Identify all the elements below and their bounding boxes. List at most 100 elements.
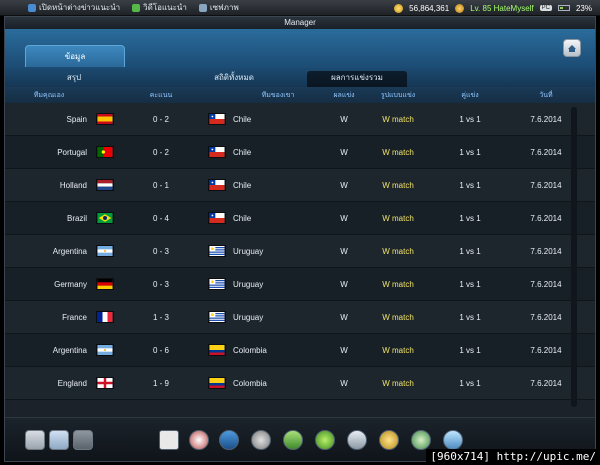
club-icon[interactable]	[411, 430, 431, 450]
my-team-name: Spain	[66, 114, 87, 124]
table-row[interactable]: Portugal 0 - 2 Chile W W match 1 vs 1 7.6.2014	[5, 136, 595, 169]
video-link[interactable]: วิดีโอแนะนำ	[132, 1, 187, 14]
versus: 1 vs 1	[459, 378, 481, 388]
level-text: Lv. 85 HateMyself	[470, 3, 534, 13]
profile-icon[interactable]	[25, 430, 45, 450]
sub-tabs: สรุป สถิติทั้งหมด ผลการแข่งรวม	[5, 68, 595, 87]
opponent-flag-icon	[205, 146, 229, 158]
match-mode: W match	[382, 213, 414, 223]
top-status-bar: เปิดหน้าต่างข่าวแนะนำ วิดีโอแนะนำ เซฟภาพ…	[0, 0, 600, 16]
table-row[interactable]: Germany 0 - 3 Uruguay W W match 1 vs 1 7.6.201…	[5, 268, 595, 301]
ticket-icon[interactable]	[347, 430, 367, 450]
opponent-flag-icon	[205, 113, 229, 125]
screenshot-link[interactable]: เซฟภาพ	[198, 1, 239, 14]
result: W	[340, 246, 348, 256]
my-team-name: Argentina	[52, 246, 87, 256]
my-team-name: Holland	[59, 180, 87, 190]
opponent-name: Uruguay	[233, 246, 264, 256]
tab-match-results[interactable]: ผลการแข่งรวม	[307, 71, 407, 87]
header-date: วันที่	[539, 91, 553, 99]
score: 0 - 2	[152, 147, 169, 157]
table-row[interactable]: Holland 0 - 1 Chile W W match 1 vs 1 7.6.2014	[5, 169, 595, 202]
my-team-name: Argentina	[52, 345, 87, 355]
window-icon[interactable]	[49, 430, 69, 450]
table-row[interactable]: England 1 - 9 Colombia W W match 1 vs 1 7.6.20…	[5, 367, 595, 400]
pc-badge: PC	[539, 5, 552, 11]
score: 0 - 6	[152, 345, 169, 355]
watermark-text: [960x714] http://upic.me/	[426, 449, 596, 465]
result: W	[340, 213, 348, 223]
opponent-name: Chile	[233, 147, 252, 157]
score: 1 - 3	[152, 312, 169, 322]
versus: 1 vs 1	[459, 180, 481, 190]
video-icon	[132, 3, 141, 12]
opponent-flag-icon	[205, 344, 229, 356]
home-button[interactable]	[563, 39, 581, 57]
opponent-name: Colombia	[233, 345, 267, 355]
my-team-name: Portugal	[57, 147, 87, 157]
badge-2014-icon[interactable]	[315, 430, 335, 450]
my-team-flag-icon	[93, 344, 117, 356]
results-table: ทีมคุณเอง คะแนน ทีมของเขา ผลแข่ง รูปแบบแ…	[5, 87, 595, 417]
my-team-flag-icon	[93, 278, 117, 290]
table-row[interactable]: Spain 0 - 2 Chile W W match 1 vs 1 7.6.2014	[5, 103, 595, 136]
my-team-name: Germany	[54, 279, 87, 289]
shop-cart-icon[interactable]	[443, 430, 463, 450]
versus: 1 vs 1	[459, 114, 481, 124]
home-icon	[568, 45, 576, 52]
my-team-flag-icon	[93, 245, 117, 257]
my-team-flag-icon	[93, 113, 117, 125]
versus: 1 vs 1	[459, 147, 481, 157]
my-team-flag-icon	[93, 311, 117, 323]
header-mode: รูปแบบแข่ง	[380, 91, 416, 99]
header-vs: คู่แข่ง	[461, 91, 479, 99]
window-title: Manager	[5, 17, 595, 29]
opponent-name: Uruguay	[233, 279, 264, 289]
opponent-name: Uruguay	[233, 312, 264, 322]
match-mode: W match	[382, 114, 414, 124]
gold-icon[interactable]	[379, 430, 399, 450]
opponent-flag-icon	[205, 179, 229, 191]
trophy-icon[interactable]	[251, 430, 271, 450]
match-mode: W match	[382, 246, 414, 256]
tab-info[interactable]: ข้อมูล	[25, 45, 125, 67]
level-icon	[455, 3, 465, 13]
opponent-flag-icon	[205, 311, 229, 323]
rank-icon[interactable]	[283, 430, 303, 450]
tab-summary[interactable]: สรุป	[24, 68, 124, 87]
header-score: คะแนน	[149, 91, 173, 99]
card-icon[interactable]	[159, 430, 179, 450]
match-mode: W match	[382, 312, 414, 322]
opponent-flag-icon	[205, 377, 229, 389]
opponent-name: Chile	[233, 114, 252, 124]
result: W	[340, 180, 348, 190]
battery-icon	[557, 5, 570, 11]
score: 0 - 3	[152, 246, 169, 256]
my-team-name: Brazil	[66, 213, 87, 223]
my-team-name: England	[57, 378, 87, 388]
tab-all-stats[interactable]: สถิติทั้งหมด	[184, 68, 284, 87]
score: 0 - 3	[152, 279, 169, 289]
result: W	[340, 312, 348, 322]
table-row[interactable]: Argentina 0 - 3 Uruguay W W match 1 vs 1 7.6.2…	[5, 235, 595, 268]
score: 0 - 2	[152, 114, 169, 124]
header-opponent-team: ทีมของเขา	[261, 91, 295, 99]
header-result: ผลแข่ง	[333, 91, 355, 99]
table-row[interactable]: France 1 - 3 Uruguay W W match 1 vs 1 7.6.2014	[5, 301, 595, 334]
versus: 1 vs 1	[459, 345, 481, 355]
mail-icon[interactable]	[73, 430, 93, 450]
table-scrollbar[interactable]	[571, 107, 577, 407]
opponent-name: Chile	[233, 180, 252, 190]
boot-icon[interactable]	[219, 430, 239, 450]
ball-icon[interactable]	[189, 430, 209, 450]
news-link[interactable]: เปิดหน้าต่างข่าวแนะนำ	[28, 1, 120, 14]
my-team-flag-icon	[93, 377, 117, 389]
versus: 1 vs 1	[459, 279, 481, 289]
table-row[interactable]: Brazil 0 - 4 Chile W W match 1 vs 1 7.6.2014	[5, 202, 595, 235]
score: 1 - 9	[152, 378, 169, 388]
table-row[interactable]: Argentina 0 - 6 Colombia W W match 1 vs 1 7.6.…	[5, 334, 595, 367]
versus: 1 vs 1	[459, 246, 481, 256]
opponent-name: Chile	[233, 213, 252, 223]
coin-icon	[394, 3, 404, 13]
result: W	[340, 345, 348, 355]
